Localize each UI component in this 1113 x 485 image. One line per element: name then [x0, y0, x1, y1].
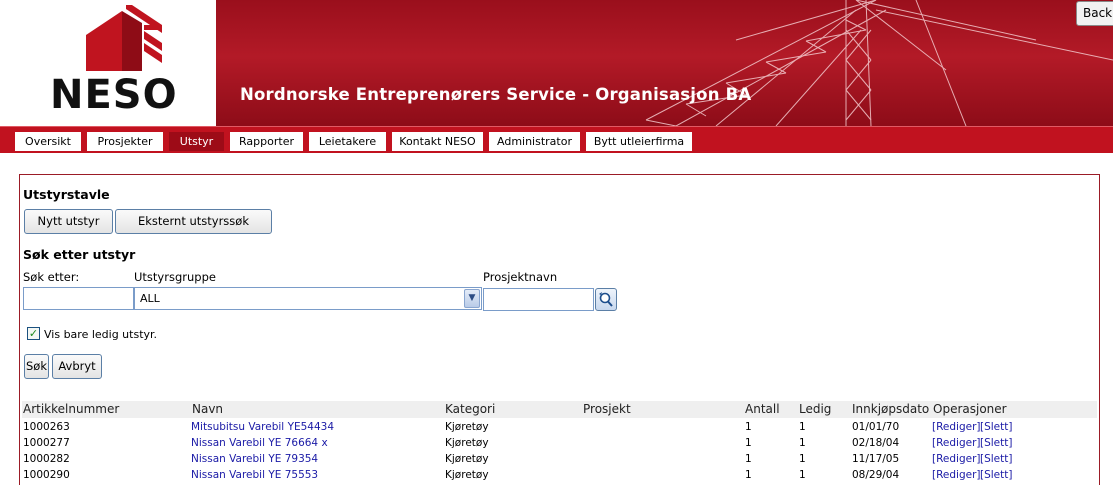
cell-available: 1 — [799, 469, 806, 481]
search-section-title: Søk etter utstyr — [23, 247, 136, 262]
col-header-operations: Operasjoner — [933, 402, 1007, 416]
project-lookup-button[interactable] — [595, 288, 617, 311]
chevron-down-icon[interactable]: ▼ — [464, 289, 480, 308]
search-lookup-icon — [599, 292, 613, 307]
new-equipment-button[interactable]: Nytt utstyr — [24, 209, 113, 234]
only-available-checkbox[interactable]: ✓ — [27, 327, 40, 340]
cell-qty: 1 — [745, 437, 752, 449]
delete-link[interactable]: [Slett] — [980, 453, 1012, 465]
nav-item-oversikt[interactable]: Oversikt — [15, 132, 81, 151]
cell-date: 08/29/04 — [852, 469, 900, 481]
nav-item-leietakere[interactable]: Leietakere — [309, 132, 386, 151]
cell-qty: 1 — [745, 453, 752, 465]
edit-link[interactable]: [Rediger] — [932, 453, 981, 465]
search-input[interactable] — [23, 287, 134, 310]
cell-available: 1 — [799, 437, 806, 449]
house-logo-icon — [86, 5, 162, 71]
cell-article: 1000282 — [23, 453, 70, 465]
col-header-article: Artikkelnummer — [23, 402, 120, 416]
header-banner: Nordnorske Entreprenørers Service - Orga… — [216, 0, 1113, 126]
nav-item-bytt-utleierfirma[interactable]: Bytt utleierfirma — [586, 132, 692, 151]
edit-link[interactable]: [Rediger] — [932, 421, 981, 433]
project-label: Prosjektnavn — [483, 270, 558, 284]
main-nav: Oversikt Prosjekter Utstyr Rapporter Lei… — [0, 126, 1113, 153]
cell-date: 02/18/04 — [852, 437, 900, 449]
cell-category: Kjøretøy — [445, 469, 489, 481]
banner-title: Nordnorske Entreprenørers Service - Orga… — [240, 85, 752, 104]
nav-item-rapporter[interactable]: Rapporter — [230, 132, 303, 151]
group-label: Utstyrsgruppe — [134, 270, 216, 284]
cell-date: 11/17/05 — [852, 453, 900, 465]
checkmark-icon: ✓ — [28, 327, 39, 340]
nav-item-kontakt-neso[interactable]: Kontakt NESO — [392, 132, 483, 151]
only-available-label: Vis bare ledig utstyr. — [44, 328, 158, 341]
cell-available: 1 — [799, 453, 806, 465]
cell-category: Kjøretøy — [445, 453, 489, 465]
equipment-name-link[interactable]: Nissan Varebil YE 79354 — [191, 453, 318, 465]
equipment-name-link[interactable]: Nissan Varebil YE 75553 — [191, 469, 318, 481]
cell-qty: 1 — [745, 421, 752, 433]
cell-article: 1000263 — [23, 421, 70, 433]
cell-category: Kjøretøy — [445, 437, 489, 449]
equipment-group-select[interactable]: ALL ▼ — [134, 287, 482, 310]
back-button[interactable]: Back — [1076, 1, 1113, 26]
search-label: Søk etter: — [23, 270, 80, 284]
cell-article: 1000277 — [23, 437, 70, 449]
equipment-name-link[interactable]: Nissan Varebil YE 76664 x — [191, 437, 328, 449]
cell-date: 01/01/70 — [852, 421, 900, 433]
delete-link[interactable]: [Slett] — [980, 437, 1012, 449]
col-header-qty: Antall — [745, 402, 780, 416]
page-header: NESO Nordnorske Entreprenørers Service -… — [0, 0, 1113, 126]
search-button[interactable]: Søk — [24, 354, 49, 379]
page-title: Utstyrstavle — [23, 187, 110, 202]
logo-text: NESO — [50, 72, 178, 118]
col-header-project: Prosjekt — [583, 402, 631, 416]
nav-item-administrator[interactable]: Administrator — [489, 132, 580, 151]
crane-graphic — [645, 0, 1113, 126]
equipment-name-link[interactable]: Mitsubitsu Varebil YE54434 — [191, 421, 334, 433]
col-header-name: Navn — [192, 402, 224, 416]
delete-link[interactable]: [Slett] — [980, 469, 1012, 481]
edit-link[interactable]: [Rediger] — [932, 469, 981, 481]
logo[interactable]: NESO — [0, 0, 216, 126]
equipment-group-value: ALL — [140, 292, 160, 305]
cell-qty: 1 — [745, 469, 752, 481]
nav-item-prosjekter[interactable]: Prosjekter — [87, 132, 163, 151]
cell-article: 1000290 — [23, 469, 70, 481]
cancel-button[interactable]: Avbryt — [52, 354, 102, 379]
col-header-category: Kategori — [445, 402, 496, 416]
external-search-button[interactable]: Eksternt utstyrssøk — [115, 209, 272, 234]
delete-link[interactable]: [Slett] — [980, 421, 1012, 433]
col-header-date: Innkjøpsdato — [852, 402, 930, 416]
cell-category: Kjøretøy — [445, 421, 489, 433]
project-name-input[interactable] — [483, 288, 594, 311]
edit-link[interactable]: [Rediger] — [932, 437, 981, 449]
cell-available: 1 — [799, 421, 806, 433]
nav-item-utstyr[interactable]: Utstyr — [169, 132, 224, 151]
col-header-available: Ledig — [799, 402, 832, 416]
